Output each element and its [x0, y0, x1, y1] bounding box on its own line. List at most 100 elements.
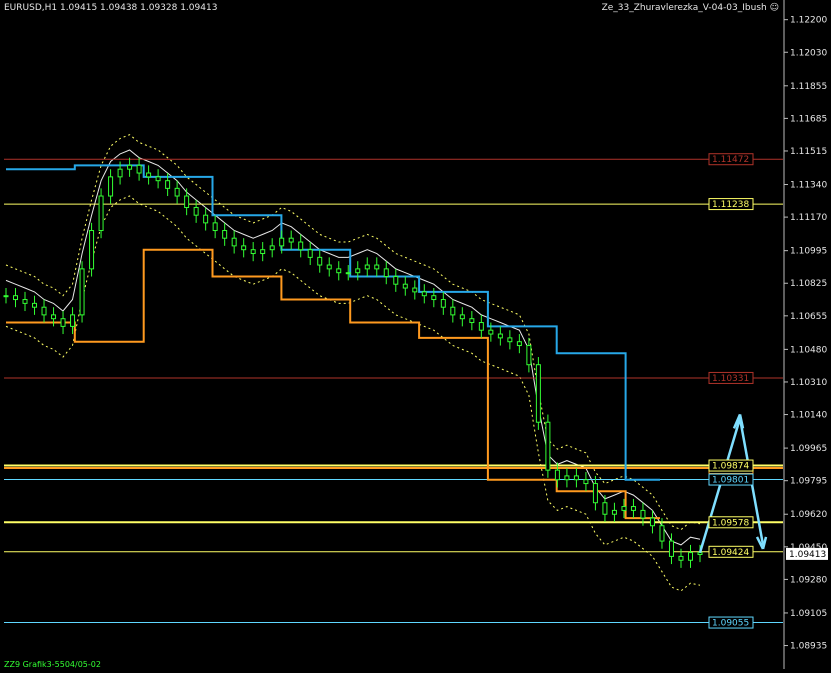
- candle-body: [326, 264, 332, 270]
- candle-body: [440, 299, 446, 308]
- y-tick-label: 1.11340: [790, 181, 827, 191]
- candle-body: [668, 540, 674, 557]
- y-tick-label: 1.12200: [790, 16, 827, 26]
- candle-body: [640, 509, 646, 519]
- y-tick-label: 1.11515: [790, 147, 827, 157]
- candle-body: [60, 318, 66, 327]
- candle-body: [22, 299, 28, 304]
- candle-body: [89, 230, 95, 270]
- y-tick-label: 1.10995: [790, 247, 827, 257]
- candle-body: [507, 337, 513, 343]
- smile-icon: ☺: [769, 3, 779, 13]
- candle-body: [535, 364, 541, 423]
- candle-body: [70, 314, 76, 327]
- indicator-header: Ze_33_Zhuravlerezka_V-04-03_Ibush ☺: [602, 3, 779, 13]
- y-tick-label: 1.09620: [790, 510, 827, 520]
- candle-body: [108, 176, 114, 197]
- y-tick-label: 1.09795: [790, 477, 827, 487]
- candle-body: [554, 469, 560, 481]
- level-label: 1.09801: [712, 476, 749, 486]
- candle-body: [250, 249, 256, 255]
- candle-body: [241, 245, 247, 251]
- level-label: 1.11238: [712, 200, 749, 210]
- candle-body: [488, 329, 494, 335]
- y-tick-label: 1.09280: [790, 575, 827, 585]
- price-chart[interactable]: 1.12200 1.12030 1.11855 1.11685 1.11515 1.113…: [0, 0, 831, 669]
- candle-body: [51, 314, 57, 320]
- y-tick-label: 1.10310: [790, 378, 827, 388]
- candle-body: [412, 287, 418, 293]
- level-label: 1.09424: [712, 548, 749, 558]
- candle-body: [592, 483, 598, 504]
- candle-body: [117, 168, 123, 178]
- candle-body: [678, 555, 684, 561]
- candle-body: [336, 268, 342, 274]
- y-tick-label: 1.10825: [790, 279, 827, 289]
- candle-body: [155, 176, 161, 182]
- y-tick-label: 1.11170: [790, 213, 827, 223]
- candle-body: [32, 302, 38, 308]
- candle-body: [174, 187, 180, 197]
- candle-body: [374, 264, 380, 270]
- candle-body: [13, 295, 19, 301]
- candle-body: [203, 214, 209, 224]
- candle-body: [279, 237, 285, 247]
- candle-body: [146, 172, 152, 178]
- candle-body: [383, 268, 389, 278]
- y-tick-label: 1.10480: [790, 345, 827, 355]
- candle-body: [98, 195, 104, 232]
- candle-body: [184, 195, 190, 209]
- level-label: 1.09874: [712, 462, 749, 472]
- candle-body: [3, 295, 9, 298]
- candle-body: [497, 333, 503, 339]
- level-label: 1.10331: [712, 374, 749, 384]
- candle-body: [469, 318, 475, 324]
- indicator-name: Ze_33_Zhuravlerezka_V-04-03_Ibush: [601, 3, 767, 13]
- last-price-label: 1.09413: [789, 550, 826, 560]
- candle-body: [127, 164, 133, 170]
- candle-body: [564, 475, 570, 481]
- level-label: 1.09055: [712, 619, 749, 629]
- candle-body: [659, 525, 665, 542]
- candle-body: [355, 268, 361, 274]
- candle-body: [269, 245, 275, 251]
- candle-body: [317, 256, 323, 266]
- candle-body: [421, 291, 427, 297]
- chart-canvas[interactable]: 1.12200 1.12030 1.11855 1.11685 1.11515 1.113…: [0, 0, 831, 669]
- candle-body: [79, 268, 85, 316]
- symbol-header: EURUSD,H1 1.09415 1.09438 1.09328 1.0941…: [4, 3, 218, 13]
- candle-body: [611, 509, 617, 515]
- candle-body: [288, 237, 294, 243]
- footer-overlay: ZZ9 Grafik3-5504/05-02: [4, 660, 101, 669]
- y-tick-label: 1.09965: [790, 444, 827, 454]
- candle-body: [41, 306, 47, 316]
- candle-body: [602, 502, 608, 515]
- candle-body: [193, 207, 199, 216]
- candle-body: [431, 295, 437, 301]
- candle-body: [697, 552, 703, 555]
- candle-body: [687, 552, 693, 561]
- y-tick-label: 1.09105: [790, 609, 827, 619]
- candle-body: [478, 322, 484, 331]
- candle-body: [345, 272, 351, 275]
- y-tick-label: 1.10140: [790, 411, 827, 421]
- candle-body: [516, 341, 522, 347]
- candle-body: [260, 249, 266, 255]
- candle-body: [583, 479, 589, 485]
- level-label: 1.11472: [712, 155, 749, 165]
- candle-body: [136, 164, 142, 174]
- candle-body: [298, 241, 304, 251]
- candle-body: [649, 517, 655, 527]
- candle-body: [402, 283, 408, 289]
- candle-body: [450, 306, 456, 316]
- candle-body: [212, 222, 218, 232]
- y-tick-label: 1.11855: [790, 82, 827, 92]
- candle-body: [222, 230, 228, 239]
- y-tick-label: 1.08935: [790, 642, 827, 652]
- candle-body: [307, 249, 313, 258]
- candle-body: [459, 314, 465, 320]
- candle-body: [231, 237, 237, 247]
- candle-body: [393, 276, 399, 285]
- y-tick-label: 1.12030: [790, 48, 827, 58]
- level-label: 1.09578: [712, 518, 749, 528]
